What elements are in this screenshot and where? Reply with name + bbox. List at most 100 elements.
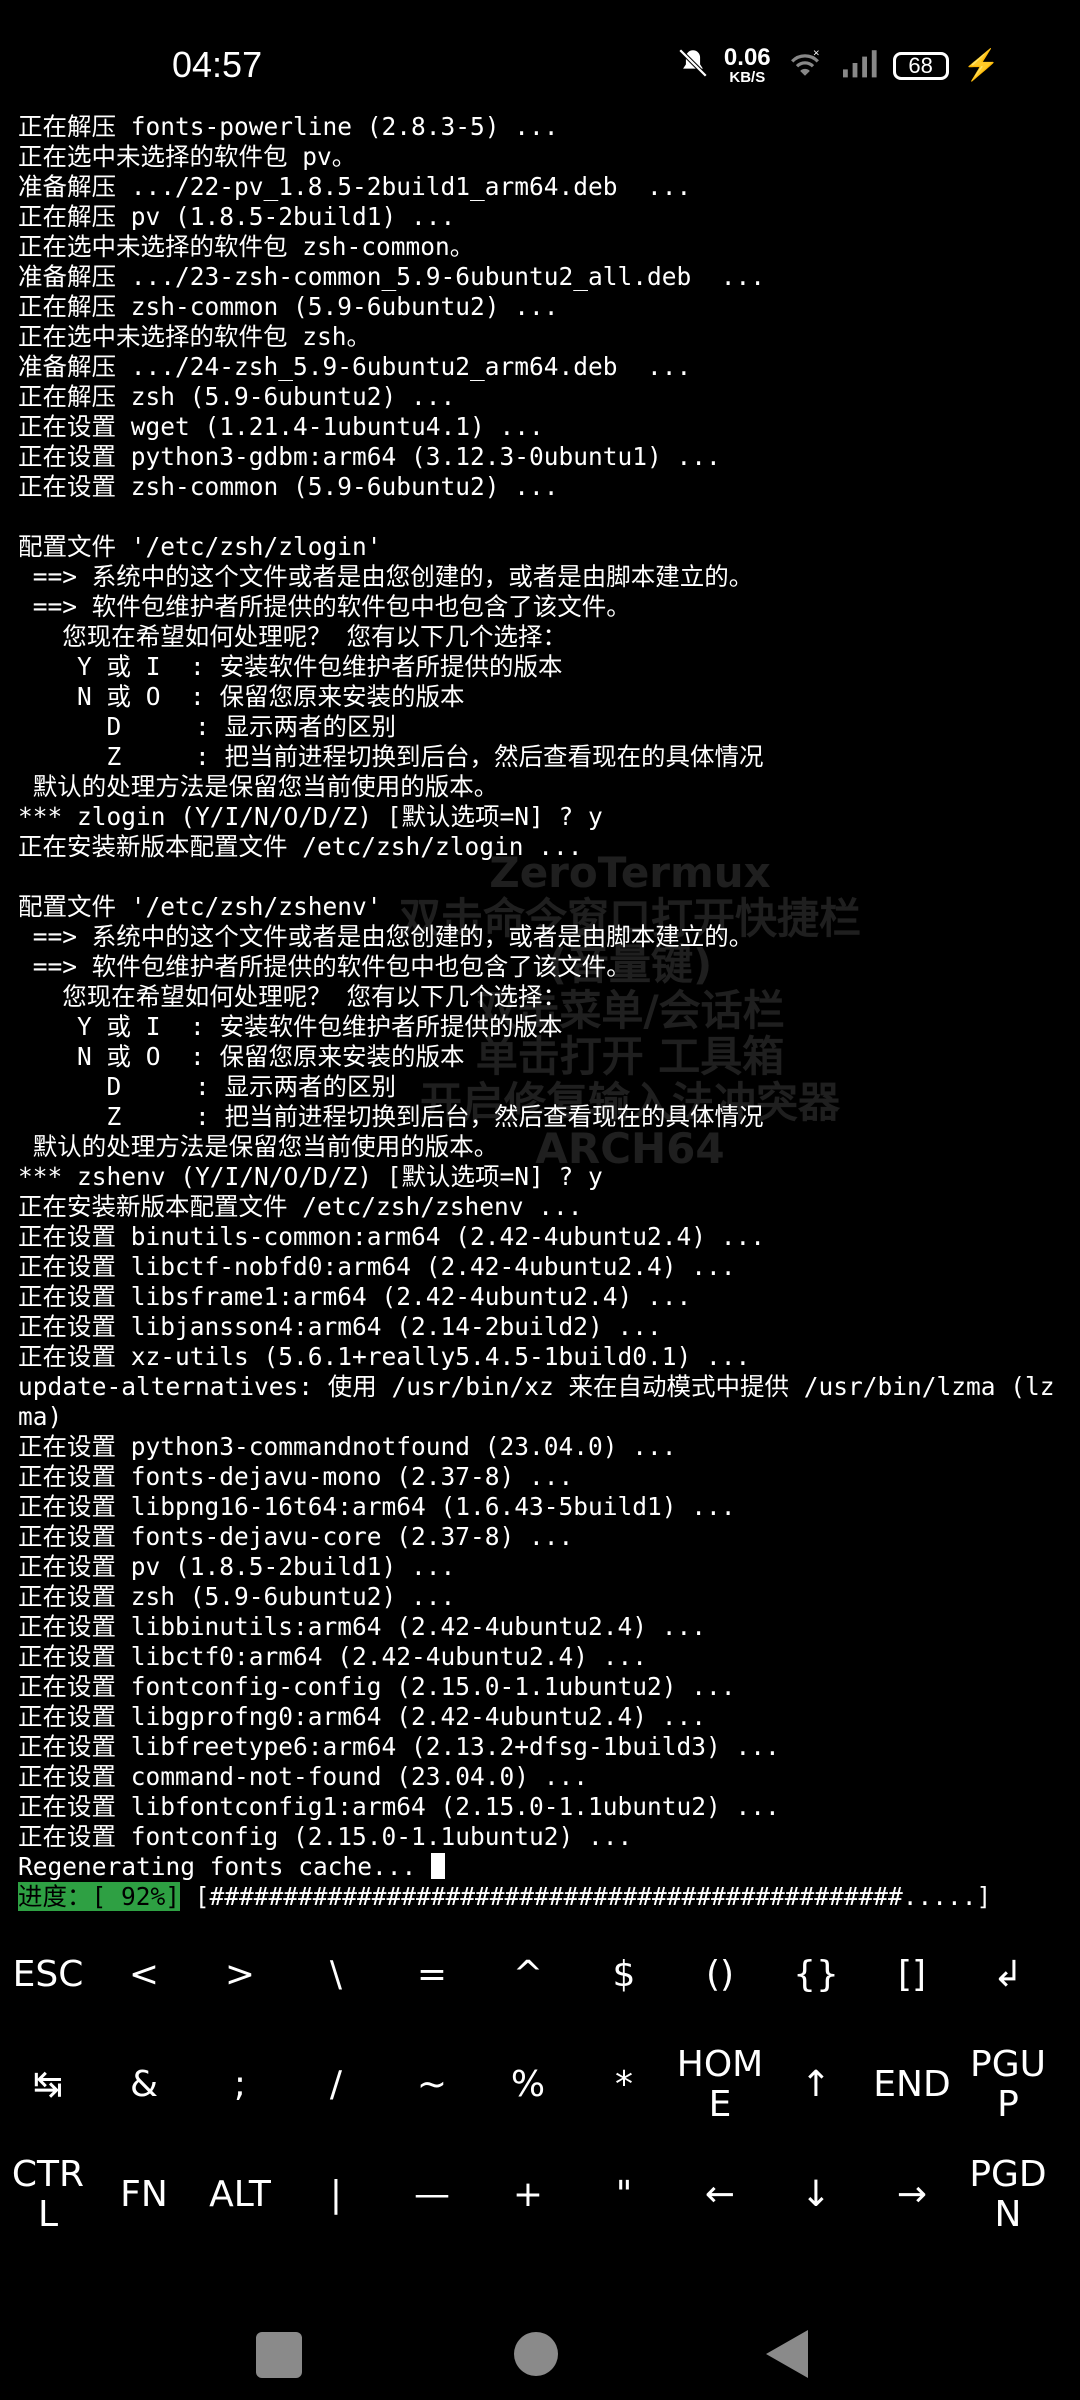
extra-key-row2-1[interactable]: & <box>96 2030 192 2140</box>
terminal-line: update-alternatives: 使用 /usr/bin/xz 来在自动… <box>18 1372 1055 1431</box>
terminal-line: 您现在希望如何处理呢？ 您有以下几个选择： <box>18 982 567 1011</box>
terminal-line: Z : 把当前进程切换到后台，然后查看现在的具体情况 <box>18 742 764 771</box>
extra-key-row3-2[interactable]: ALT <box>192 2140 288 2250</box>
terminal-line: D : 显示两者的区别 <box>18 1072 397 1101</box>
progress-line: 进度：[ 92%] [#############################… <box>18 1882 1068 1912</box>
terminal-line: Y 或 I : 安装软件包维护者所提供的版本 <box>18 652 563 681</box>
charging-icon: ⚡ <box>962 49 1000 82</box>
terminal-line: 正在设置 libbinutils:arm64 (2.42-4ubuntu2.4)… <box>18 1612 707 1641</box>
extra-keys: ESC < > \ = ^ $(){}[] ↲ ↹ &; / ~% * HOM E ↑ END PGU P C… <box>0 1920 1080 2250</box>
terminal-line: ==> 系统中的这个文件或者是由您创建的，或者是由脚本建立的。 <box>18 562 754 591</box>
extra-key-row2-2[interactable]: ; <box>192 2030 288 2140</box>
terminal-line: 正在解压 zsh-common (5.9-6ubuntu2) ... <box>18 292 559 321</box>
terminal-line: 正在解压 zsh (5.9-6ubuntu2) ... <box>18 382 456 411</box>
terminal-line: 默认的处理方法是保留您当前使用的版本。 <box>18 772 499 801</box>
terminal-line: 配置文件 '/etc/zsh/zshenv' <box>18 892 382 921</box>
extra-key-row1-2[interactable]: > <box>192 1920 288 2030</box>
extra-key-row1-4[interactable]: = <box>384 1920 480 2030</box>
terminal-line: 正在解压 fonts-powerline (2.8.3-5) ... <box>18 112 559 141</box>
terminal-line: N 或 O : 保留您原来安装的版本 <box>18 1042 465 1071</box>
extra-key-row3-8[interactable]: ↓ <box>768 2140 864 2250</box>
back-triangle-icon[interactable] <box>766 2330 808 2378</box>
extra-key-row1-1[interactable]: < <box>96 1920 192 2030</box>
terminal-line: 准备解压 .../23-zsh-common_5.9-6ubuntu2_all.… <box>18 262 766 291</box>
terminal-line: 正在设置 libctf-nobfd0:arm64 (2.42-4ubuntu2.… <box>18 1252 736 1281</box>
terminal-line: 正在设置 xz-utils (5.6.1+really5.4.5-1build0… <box>18 1342 751 1371</box>
net-speed: 0.06 KB/S <box>723 44 771 86</box>
extra-key-row2-0[interactable]: ↹ <box>0 2030 96 2140</box>
terminal-line: 正在选中未选择的软件包 zsh。 <box>18 322 371 351</box>
terminal-line: 正在设置 fonts-dejavu-mono (2.37-8) ... <box>18 1462 574 1491</box>
terminal-line: 正在安装新版本配置文件 /etc/zsh/zshenv ... <box>18 1192 583 1221</box>
terminal-line: 正在设置 command-not-found (23.04.0) ... <box>18 1762 589 1791</box>
terminal-line: 您现在希望如何处理呢？ 您有以下几个选择： <box>18 622 567 651</box>
terminal-line: ==> 软件包维护者所提供的软件包中也包含了该文件。 <box>18 592 631 621</box>
terminal-line: 正在设置 libsframe1:arm64 (2.42-4ubuntu2.4) … <box>18 1282 692 1311</box>
extra-key-row1-10[interactable]: ↲ <box>960 1920 1056 2030</box>
extra-key-row2-5[interactable]: % <box>480 2030 576 2140</box>
recents-square-icon[interactable] <box>256 2332 302 2378</box>
terminal-line: 正在设置 fonts-dejavu-core (2.37-8) ... <box>18 1522 574 1551</box>
home-circle-icon[interactable] <box>514 2332 558 2376</box>
extra-keys-row-1: ESC < > \ = ^ $(){}[] ↲ <box>0 1920 1080 2030</box>
extra-key-row3-0[interactable]: CTR L <box>0 2140 96 2250</box>
terminal-prompt-line: Regenerating fonts cache... <box>18 1852 1068 1882</box>
terminal-line: 正在设置 libgprofng0:arm64 (2.42-4ubuntu2.4)… <box>18 1702 707 1731</box>
terminal-line: 正在设置 binutils-common:arm64 (2.42-4ubuntu… <box>18 1222 766 1251</box>
terminal-line: D : 显示两者的区别 <box>18 712 397 741</box>
extra-key-row1-6[interactable]: $ <box>576 1920 672 2030</box>
extra-key-row2-3[interactable]: / <box>288 2030 384 2140</box>
terminal-line: N 或 O : 保留您原来安装的版本 <box>18 682 465 711</box>
extra-keys-row-3: CTR L FN ALT | — + " ← ↓ → PGD N <box>0 2140 1080 2250</box>
extra-key-row1-7[interactable]: () <box>672 1920 768 2030</box>
signal-icon <box>839 47 879 84</box>
extra-key-row2-6[interactable]: * <box>576 2030 672 2140</box>
wifi-icon: × <box>785 47 825 84</box>
extra-key-row1-8[interactable]: {} <box>768 1920 864 2030</box>
terminal-output[interactable]: 正在解压 fonts-powerline (2.8.3-5) ... 正在选中未选… <box>18 112 1068 1912</box>
terminal-line: 配置文件 '/etc/zsh/zlogin' <box>18 532 382 561</box>
terminal-line: *** zshenv (Y/I/N/O/D/Z) [默认选项=N] ? y <box>18 1162 603 1191</box>
status-icons: 0.06 KB/S × 68 ⚡ <box>676 46 1000 85</box>
extra-key-row2-10[interactable]: PGU P <box>960 2030 1056 2140</box>
terminal-line: 正在设置 wget (1.21.4-1ubuntu4.1) ... <box>18 412 544 441</box>
extra-key-row3-7[interactable]: ← <box>672 2140 768 2250</box>
terminal-line: 正在解压 pv (1.8.5-2build1) ... <box>18 202 456 231</box>
terminal-line: 正在设置 libfreetype6:arm64 (2.13.2+dfsg-1bu… <box>18 1732 780 1761</box>
terminal-line: 正在选中未选择的软件包 pv。 <box>18 142 357 171</box>
extra-key-row1-3[interactable]: \ <box>288 1920 384 2030</box>
extra-key-row1-5[interactable]: ^ <box>480 1920 576 2030</box>
extra-key-row3-4[interactable]: — <box>384 2140 480 2250</box>
terminal-line: 正在设置 pv (1.8.5-2build1) ... <box>18 1552 456 1581</box>
extra-keys-row-2: ↹ &; / ~% * HOM E ↑ END PGU P <box>0 2030 1080 2140</box>
terminal-line: 准备解压 .../24-zsh_5.9-6ubuntu2_arm64.deb .… <box>18 352 692 381</box>
nav-bar <box>0 2290 1080 2400</box>
terminal-line: 正在设置 zsh (5.9-6ubuntu2) ... <box>18 1582 456 1611</box>
extra-key-row2-8[interactable]: ↑ <box>768 2030 864 2140</box>
extra-key-row1-0[interactable]: ESC <box>0 1920 96 2030</box>
terminal-line: 正在设置 zsh-common (5.9-6ubuntu2) ... <box>18 472 559 501</box>
extra-key-row2-7[interactable]: HOM E <box>672 2030 768 2140</box>
extra-key-row3-5[interactable]: + <box>480 2140 576 2250</box>
status-bar: 04:57 0.06 KB/S × 68 ⚡ <box>0 0 1080 120</box>
terminal-line: 默认的处理方法是保留您当前使用的版本。 <box>18 1132 499 1161</box>
terminal-line: 正在设置 python3-gdbm:arm64 (3.12.3-0ubuntu1… <box>18 442 721 471</box>
terminal-line: *** zlogin (Y/I/N/O/D/Z) [默认选项=N] ? y <box>18 802 603 831</box>
extra-key-row3-9[interactable]: → <box>864 2140 960 2250</box>
extra-key-row1-9[interactable]: [] <box>864 1920 960 2030</box>
mute-icon <box>676 46 710 85</box>
status-time: 04:57 <box>172 44 263 85</box>
extra-key-row3-6[interactable]: " <box>576 2140 672 2250</box>
terminal-line: 正在选中未选择的软件包 zsh-common。 <box>18 232 475 261</box>
terminal-line: 正在设置 libpng16-16t64:arm64 (1.6.43-5build… <box>18 1492 736 1521</box>
extra-key-row2-4[interactable]: ~ <box>384 2030 480 2140</box>
terminal-line: 正在设置 fontconfig (2.15.0-1.1ubuntu2) ... <box>18 1822 633 1851</box>
extra-key-row3-1[interactable]: FN <box>96 2140 192 2250</box>
terminal-line: 正在设置 libctf0:arm64 (2.42-4ubuntu2.4) ... <box>18 1642 648 1671</box>
extra-key-row3-10[interactable]: PGD N <box>960 2140 1056 2250</box>
progress-bar: [#######################################… <box>180 1882 992 1911</box>
extra-key-row2-9[interactable]: END <box>864 2030 960 2140</box>
extra-key-row3-3[interactable]: | <box>288 2140 384 2250</box>
terminal-line: 正在安装新版本配置文件 /etc/zsh/zlogin ... <box>18 832 583 861</box>
